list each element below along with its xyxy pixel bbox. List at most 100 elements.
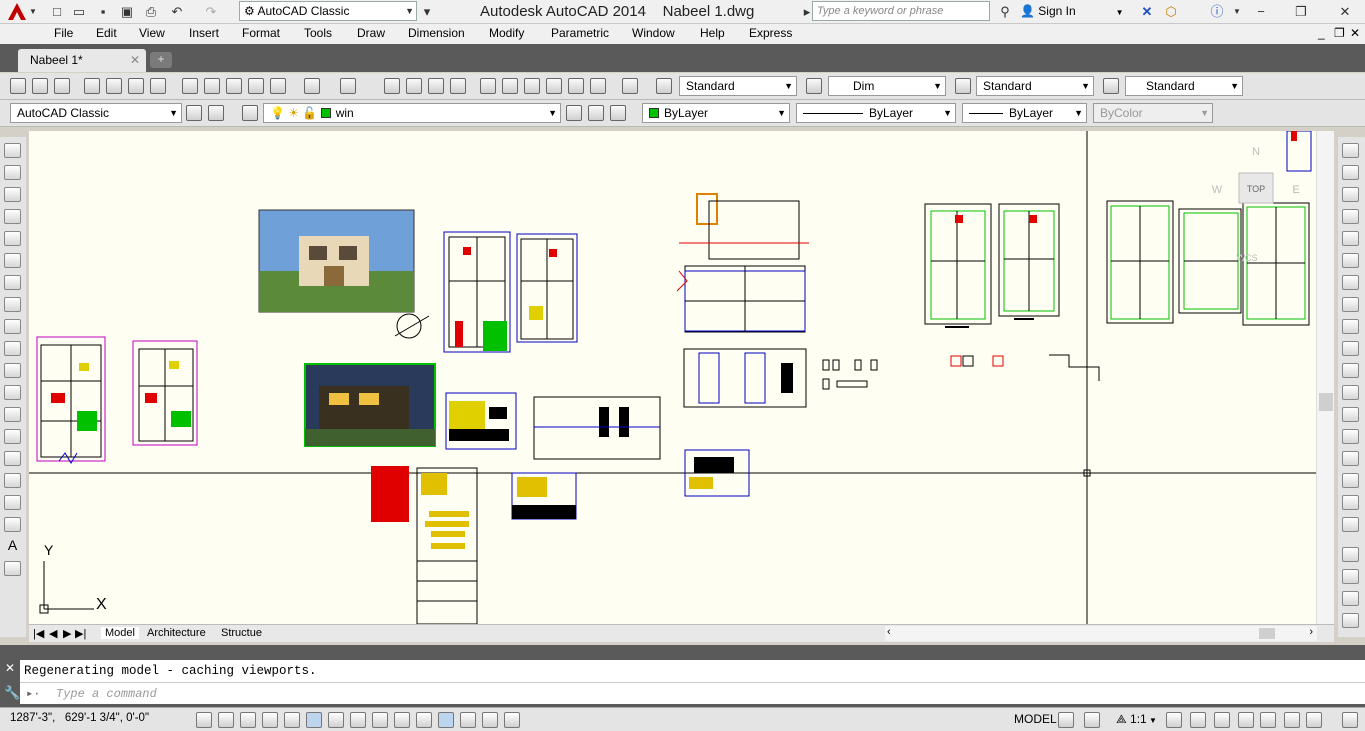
annotation-visibility-icon[interactable] (1166, 712, 1182, 728)
binoculars-icon[interactable]: ⚲ (996, 3, 1014, 21)
dim-style-dropdown[interactable]: Dim ▼ (828, 76, 946, 96)
print-icon[interactable]: ⎙ (142, 3, 160, 21)
tab-model[interactable]: Model (101, 627, 139, 639)
join-icon[interactable] (1342, 429, 1359, 444)
table-style-icon[interactable] (955, 78, 971, 94)
zoom-realtime-icon[interactable] (406, 78, 422, 94)
qnew-icon[interactable] (10, 78, 26, 94)
help-dropdown-icon[interactable]: ▼ (1228, 3, 1246, 21)
hardware-acceleration-icon[interactable] (1260, 712, 1276, 728)
explode-icon[interactable] (1342, 517, 1359, 532)
sheet-set-icon[interactable] (546, 78, 562, 94)
scroll-left-icon[interactable]: ‹ (887, 626, 891, 638)
scroll-thumb[interactable] (1319, 393, 1333, 411)
zoom-previous-icon[interactable] (450, 78, 466, 94)
add-selected-icon[interactable] (4, 561, 21, 576)
plot-icon[interactable] (84, 78, 100, 94)
table-icon[interactable] (4, 517, 21, 532)
tool-palettes-icon[interactable] (524, 78, 540, 94)
viewcube[interactable]: TOP N W E WCS (1212, 146, 1300, 263)
open-icon[interactable]: ▭ (70, 3, 88, 21)
block-editor-icon[interactable] (270, 78, 286, 94)
menu-tools[interactable]: Tools (304, 26, 332, 40)
application-status-icon[interactable] (1306, 712, 1322, 728)
minimize-window-icon[interactable]: − (1252, 3, 1270, 21)
menu-insert[interactable]: Insert (189, 26, 219, 40)
chamfer-icon[interactable] (1342, 451, 1359, 466)
paste-icon[interactable] (226, 78, 242, 94)
insert-block-icon[interactable] (4, 385, 21, 400)
restore-window-icon[interactable]: ❐ (1292, 3, 1310, 21)
lock-ui-icon[interactable] (1238, 712, 1254, 728)
erase-icon[interactable] (1342, 143, 1359, 158)
cut-icon[interactable] (182, 78, 198, 94)
menu-help[interactable]: Help (700, 26, 725, 40)
menu-file[interactable]: File (54, 26, 73, 40)
annotation-scale-dropdown[interactable]: ⟁ 1:1 ▼ (1116, 712, 1157, 727)
ortho-mode-icon[interactable] (262, 712, 278, 728)
new-icon[interactable]: □ (48, 3, 66, 21)
ellipse-icon[interactable] (4, 341, 21, 356)
line-icon[interactable] (4, 143, 21, 158)
help-icon[interactable] (622, 78, 638, 94)
stretch-icon[interactable] (1342, 319, 1359, 334)
circle-icon[interactable] (4, 275, 21, 290)
draworder-front-icon[interactable] (1342, 547, 1359, 562)
menu-window[interactable]: Window (632, 26, 675, 40)
ellipse-arc-icon[interactable] (4, 363, 21, 378)
doc-minimize-icon[interactable]: _ (1318, 26, 1325, 40)
layer-previous-icon[interactable] (588, 105, 604, 121)
fillet-icon[interactable] (1342, 473, 1359, 488)
draworder-back-icon[interactable] (1342, 569, 1359, 584)
command-input[interactable]: ▸· Type a command (20, 682, 1365, 704)
region-icon[interactable] (4, 495, 21, 510)
point-icon[interactable] (4, 429, 21, 444)
move-icon[interactable] (1342, 253, 1359, 268)
mirror-icon[interactable] (1342, 187, 1359, 202)
break-icon[interactable] (1342, 407, 1359, 422)
next-layout-icon[interactable]: ▶ (63, 627, 71, 640)
design-center-icon[interactable] (502, 78, 518, 94)
selection-cycling-icon[interactable] (482, 712, 498, 728)
document-tab[interactable]: Nabeel 1* ✕ (18, 49, 146, 72)
offset-icon[interactable] (1342, 209, 1359, 224)
revision-cloud-icon[interactable] (4, 297, 21, 312)
blend-curves-icon[interactable] (1342, 495, 1359, 510)
new-tab-button[interactable]: + (150, 52, 172, 68)
menu-parametric[interactable]: Parametric (551, 26, 609, 40)
text-style-dropdown[interactable]: Standard ▼ (679, 76, 797, 96)
layer-state-icon[interactable] (610, 105, 626, 121)
dynamic-input-icon[interactable] (394, 712, 410, 728)
viewcube-wcs[interactable]: WCS (1237, 253, 1258, 263)
command-prompt-icon[interactable]: ▸· (26, 683, 40, 705)
workspace-save-icon[interactable] (208, 105, 224, 121)
tab-structue[interactable]: Structue (221, 627, 262, 639)
save-as-icon[interactable]: ▣ (118, 3, 136, 21)
copy-object-icon[interactable] (1342, 165, 1359, 180)
isolate-objects-icon[interactable] (1284, 712, 1300, 728)
3d-osnap-icon[interactable] (328, 712, 344, 728)
spline-icon[interactable] (4, 319, 21, 334)
workspace-switching-icon[interactable] (1214, 712, 1230, 728)
dim-style-icon[interactable] (806, 78, 822, 94)
arc-icon[interactable] (4, 253, 21, 268)
multileader-style-dropdown[interactable]: Standard ▼ (1125, 76, 1243, 96)
match-properties-icon[interactable] (248, 78, 264, 94)
polar-tracking-icon[interactable] (284, 712, 300, 728)
save-icon[interactable]: ▪ (94, 3, 112, 21)
stay-connected-icon[interactable]: ⬡ (1162, 3, 1180, 21)
color-dropdown[interactable]: ByLayer ▼ (642, 103, 790, 123)
menu-edit[interactable]: Edit (96, 26, 117, 40)
help-icon[interactable]: ⓘ (1208, 3, 1226, 21)
menu-express[interactable]: Express (749, 26, 792, 40)
make-block-icon[interactable] (4, 407, 21, 422)
polygon-icon[interactable] (4, 209, 21, 224)
drawing-area[interactable]: Y X TOP N W E WCS (29, 131, 1334, 624)
app-menu-button[interactable]: ▼ (2, 0, 38, 24)
otrack-icon[interactable] (350, 712, 366, 728)
close-window-icon[interactable]: ✕ (1336, 3, 1354, 21)
rectangle-icon[interactable] (4, 231, 21, 246)
sign-in-button[interactable]: 👤 Sign In ▼ (1020, 4, 1124, 18)
first-layout-icon[interactable]: |◀ (33, 627, 44, 640)
redo-icon[interactable]: ↷ (202, 3, 220, 21)
